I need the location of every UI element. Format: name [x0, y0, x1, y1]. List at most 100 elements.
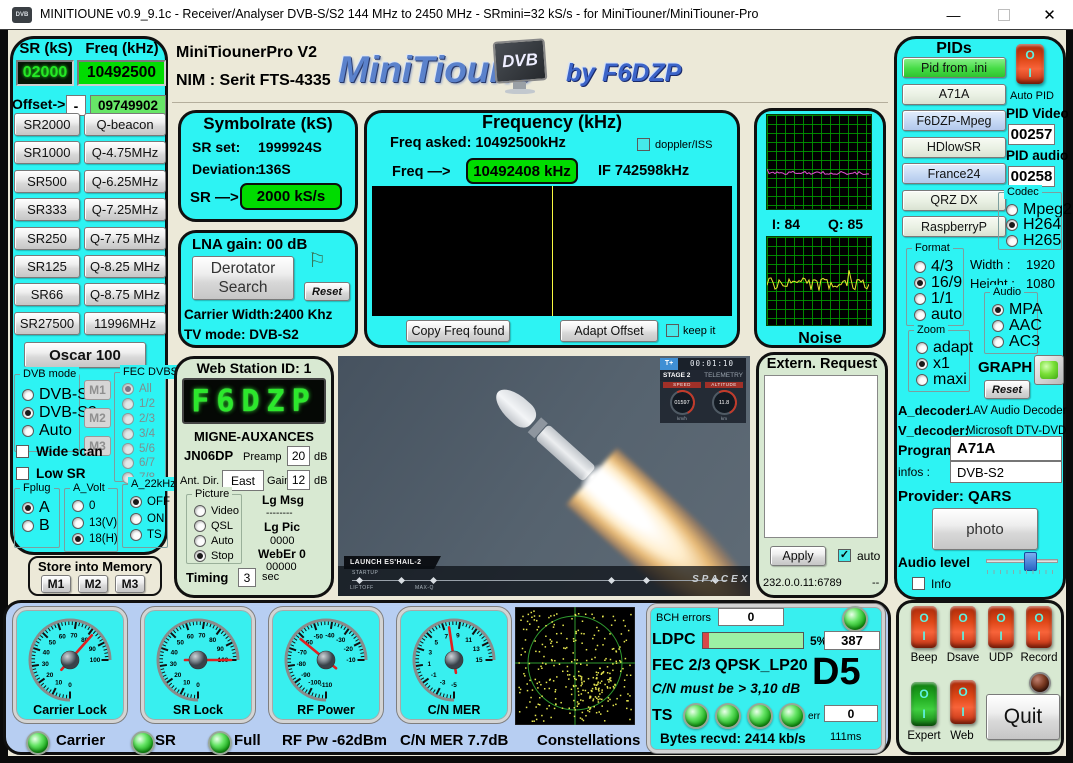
- web-switch[interactable]: OI: [950, 680, 976, 724]
- radio-codec-mpeg2[interactable]: Mpeg2: [1006, 201, 1072, 218]
- record-switch[interactable]: OI: [1026, 606, 1052, 648]
- expert-switch[interactable]: OI: [911, 682, 937, 726]
- radio-dvb-mode-auto[interactable]: Auto: [22, 422, 79, 440]
- quit-button[interactable]: Quit: [986, 694, 1060, 740]
- preset-button-q-8-25-mhz[interactable]: Q-8.25 MHz: [84, 254, 166, 278]
- radio-label: Auto: [39, 422, 72, 439]
- memory-m1-button[interactable]: M1: [84, 380, 111, 400]
- radio-a-volt-18-h[interactable]: 18(H): [72, 531, 118, 548]
- radio-a-22khz-on[interactable]: ON: [130, 511, 167, 528]
- photo-button[interactable]: photo: [932, 508, 1038, 550]
- radio-audio-ac3[interactable]: AC3: [992, 333, 1040, 350]
- graph-led-button[interactable]: [1034, 355, 1064, 385]
- audio-level-slider[interactable]: [986, 550, 1058, 574]
- slider-thumb[interactable]: [1024, 552, 1037, 571]
- radio-format-4-3[interactable]: 4/3: [914, 258, 963, 275]
- pid-button-f6dzp-mpeg[interactable]: F6DZP-Mpeg: [902, 110, 1006, 131]
- radio-a-volt-13-v[interactable]: 13(V): [72, 515, 117, 532]
- preset-button-sr27500[interactable]: SR27500: [14, 311, 80, 335]
- radio-audio-mpa[interactable]: MPA: [992, 301, 1042, 318]
- status-led: [842, 606, 868, 632]
- preset-button-q-7-75-mhz[interactable]: Q-7.75 MHz: [84, 226, 166, 250]
- radio-audio-aac[interactable]: AAC: [992, 317, 1042, 334]
- radio-fplug-b[interactable]: B: [22, 517, 59, 535]
- close-button[interactable]: ✕: [1026, 0, 1073, 30]
- keep-it-checkbox[interactable]: [666, 324, 679, 337]
- preset-button-q-beacon[interactable]: Q-beacon: [84, 113, 166, 136]
- derotator-search-button[interactable]: Derotator Search: [192, 256, 294, 300]
- low-sr-checkbox[interactable]: [16, 467, 29, 480]
- preset-button-sr1000[interactable]: SR1000: [14, 141, 80, 165]
- minimize-button[interactable]: —: [931, 0, 976, 30]
- beep-switch[interactable]: OI: [911, 606, 937, 648]
- pid-button-pid-from-ini[interactable]: Pid from .ini: [902, 57, 1006, 78]
- store-button-m2[interactable]: M2: [78, 575, 108, 593]
- radio-fplug-a[interactable]: A: [22, 499, 59, 517]
- gain-box[interactable]: 12: [287, 470, 310, 490]
- pid-video-box[interactable]: 00257: [1008, 124, 1055, 145]
- radio-format-1-1[interactable]: 1/1: [914, 290, 963, 307]
- program-input[interactable]: A71A: [950, 436, 1062, 461]
- pid-button-qrz-dx[interactable]: QRZ DX: [902, 189, 1006, 211]
- memory-m2-button[interactable]: M2: [84, 408, 111, 428]
- pid-button-france24[interactable]: France24: [902, 163, 1006, 184]
- derotator-reset-button[interactable]: Reset: [304, 282, 350, 301]
- radio-picture-stop[interactable]: Stop: [194, 548, 241, 563]
- radio-format-auto[interactable]: auto: [914, 306, 963, 323]
- radio-picture-qsl[interactable]: QSL: [194, 518, 241, 533]
- maximize-button[interactable]: [981, 0, 1026, 30]
- preset-button-sr500[interactable]: SR500: [14, 169, 80, 193]
- extern-title: Extern. Request: [766, 356, 878, 372]
- radio-zoom-adapt[interactable]: adapt: [916, 339, 973, 356]
- freq-value-display[interactable]: 10492500: [77, 60, 166, 86]
- radio-a-22khz-ts[interactable]: TS: [130, 527, 167, 544]
- preset-button-sr2000[interactable]: SR2000: [14, 113, 80, 136]
- radio-codec-h265[interactable]: H265: [1006, 232, 1061, 249]
- preamp-box[interactable]: 20: [287, 446, 310, 466]
- info-checkbox[interactable]: [912, 577, 925, 590]
- adapt-offset-button[interactable]: Adapt Offset: [560, 320, 658, 342]
- deviation-label: Deviation:: [192, 161, 260, 177]
- ldpc-label: LDPC: [652, 631, 696, 648]
- timing-box[interactable]: 3: [238, 568, 256, 587]
- radio-picture-auto[interactable]: Auto: [194, 533, 241, 548]
- dsave-switch[interactable]: OI: [950, 606, 976, 648]
- store-button-m3[interactable]: M3: [115, 575, 145, 593]
- copy-freq-button[interactable]: Copy Freq found: [406, 320, 510, 342]
- store-button-m1[interactable]: M1: [41, 575, 71, 593]
- radio-dvb-mode-dvb-s[interactable]: DVB-S: [22, 386, 88, 404]
- preset-button-sr66[interactable]: SR66: [14, 283, 80, 307]
- radio-a-volt-0[interactable]: 0: [72, 498, 117, 515]
- radio-zoom-x1[interactable]: x1: [916, 355, 969, 372]
- video-display[interactable]: T+ 00:01:10 STAGE 2 TELEMETRY SPEED 0159…: [338, 356, 750, 596]
- extern-listbox[interactable]: [764, 375, 878, 538]
- apply-button[interactable]: Apply: [770, 546, 826, 566]
- sr-value-display[interactable]: 02000: [16, 60, 74, 86]
- radio-dot: [122, 383, 134, 396]
- graph-reset-button[interactable]: Reset: [984, 380, 1030, 399]
- radio-codec-h264[interactable]: H264: [1006, 216, 1061, 233]
- preset-button-sr125[interactable]: SR125: [14, 254, 80, 278]
- preset-button-sr250[interactable]: SR250: [14, 226, 80, 250]
- preset-button-sr333[interactable]: SR333: [14, 198, 80, 222]
- pid-button-a71a[interactable]: A71A: [902, 83, 1006, 105]
- preset-button-q-4-75mhz[interactable]: Q-4.75MHz: [84, 141, 166, 165]
- auto-pid-switch[interactable]: OI: [1016, 44, 1044, 84]
- radio-dvb-mode-dvb-s2[interactable]: DVB-S2: [22, 404, 97, 422]
- infos-input[interactable]: DVB-S2: [950, 461, 1062, 483]
- preset-button-q-6-25mhz[interactable]: Q-6.25MHz: [84, 169, 166, 193]
- preset-button-q-8-75-mhz[interactable]: Q-8.75 MHz: [84, 283, 166, 307]
- extern-auto-checkbox[interactable]: ✓: [838, 549, 851, 562]
- udp-switch[interactable]: OI: [988, 606, 1014, 648]
- preset-button-11996mhz[interactable]: 11996MHz: [84, 311, 166, 335]
- radio-format-16-9[interactable]: 16/9: [914, 274, 963, 291]
- pid-button-hdlowsr[interactable]: HDlowSR: [902, 136, 1006, 158]
- pid-audio-box[interactable]: 00258: [1008, 166, 1055, 187]
- preset-button-q-7-25mhz[interactable]: Q-7.25MHz: [84, 198, 166, 222]
- radio-a-22khz-off[interactable]: OFF: [130, 494, 170, 511]
- pid-button-raspberryp[interactable]: RaspberryP: [902, 216, 1006, 237]
- radio-zoom-maxi[interactable]: maxi: [916, 371, 969, 388]
- radio-picture-video[interactable]: Video: [194, 503, 241, 518]
- doppler-checkbox[interactable]: [637, 138, 650, 151]
- wide-scan-checkbox[interactable]: [16, 445, 29, 458]
